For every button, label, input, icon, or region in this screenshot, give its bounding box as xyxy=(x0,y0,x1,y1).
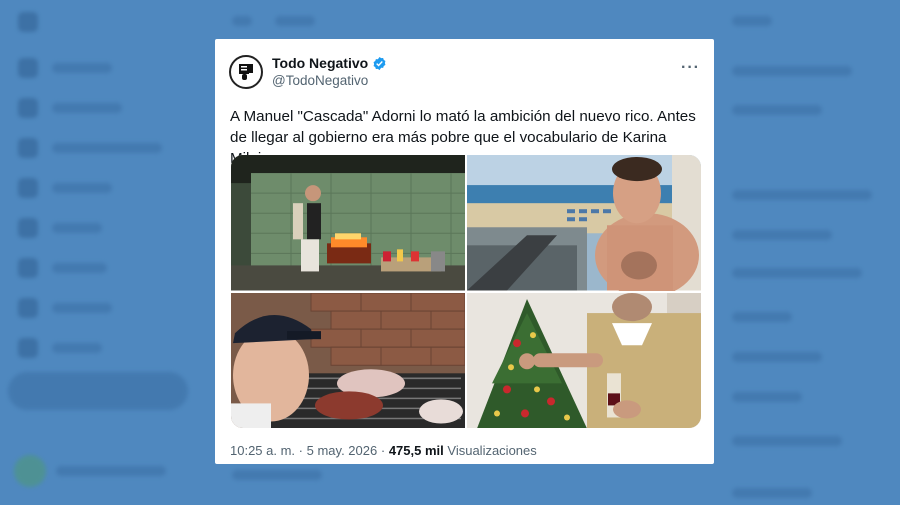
background-sidebar xyxy=(0,0,200,505)
bg-post-button xyxy=(8,372,188,410)
views-label: Visualizaciones xyxy=(447,443,537,458)
avatar[interactable] xyxy=(229,55,263,89)
bg-nav-item xyxy=(18,338,102,358)
meta-separator: · xyxy=(298,443,304,458)
tweet-time[interactable]: 10:25 a. m. xyxy=(230,443,295,458)
tweet-meta: 10:25 a. m. · 5 may. 2026 · 475,5 mil Vi… xyxy=(230,443,537,458)
more-options-icon[interactable]: ··· xyxy=(681,59,700,77)
bg-nav-item xyxy=(18,178,112,198)
tweet-date[interactable]: 5 may. 2026 xyxy=(307,443,378,458)
views-count: 475,5 mil xyxy=(388,443,444,458)
bg-nav-item xyxy=(18,58,112,78)
author-handle[interactable]: @TodoNegativo xyxy=(272,72,387,89)
photo-asado-cap[interactable] xyxy=(231,292,465,428)
bg-nav-item xyxy=(18,218,102,238)
verified-badge-icon xyxy=(373,56,386,71)
photo-beach-balcony[interactable] xyxy=(467,155,701,291)
bg-nav-item xyxy=(18,12,38,32)
author-names: Todo Negativo @TodoNegativo xyxy=(272,55,387,89)
tweet-header: Todo Negativo @TodoNegativo xyxy=(229,55,387,89)
bg-user xyxy=(14,455,166,487)
bg-nav-item xyxy=(18,98,122,118)
bg-nav-item xyxy=(18,298,112,318)
photo-grill-night[interactable] xyxy=(231,155,465,291)
background-right-column xyxy=(722,0,900,505)
bg-nav-item xyxy=(18,138,162,158)
meta-separator: · xyxy=(380,443,386,458)
thumbs-down-icon xyxy=(239,64,253,80)
bg-nav-item xyxy=(18,258,107,278)
photo-grid xyxy=(231,155,701,428)
photo-christmas-tree[interactable] xyxy=(467,292,701,428)
author-display-name[interactable]: Todo Negativo xyxy=(272,55,368,72)
tweet-card[interactable]: Todo Negativo @TodoNegativo ··· A Manuel… xyxy=(215,39,714,464)
